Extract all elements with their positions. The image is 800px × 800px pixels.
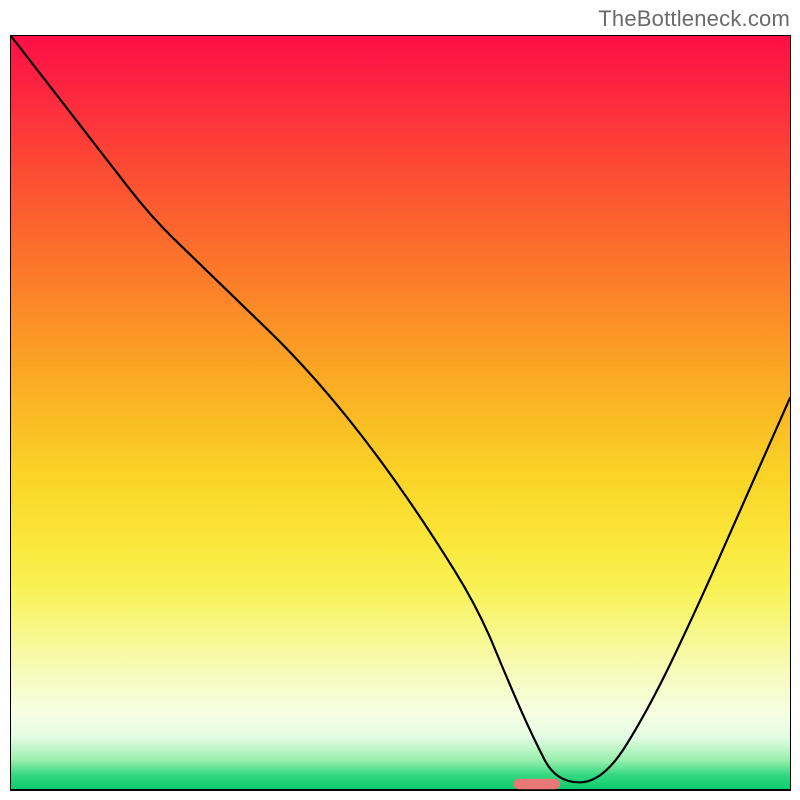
curve-layer — [11, 36, 790, 790]
chart-stage: TheBottleneck.com — [0, 0, 800, 800]
optimum-marker — [513, 779, 560, 790]
watermark-text: TheBottleneck.com — [598, 6, 790, 32]
bottleneck-curve — [11, 36, 790, 782]
plot-area — [10, 35, 791, 791]
